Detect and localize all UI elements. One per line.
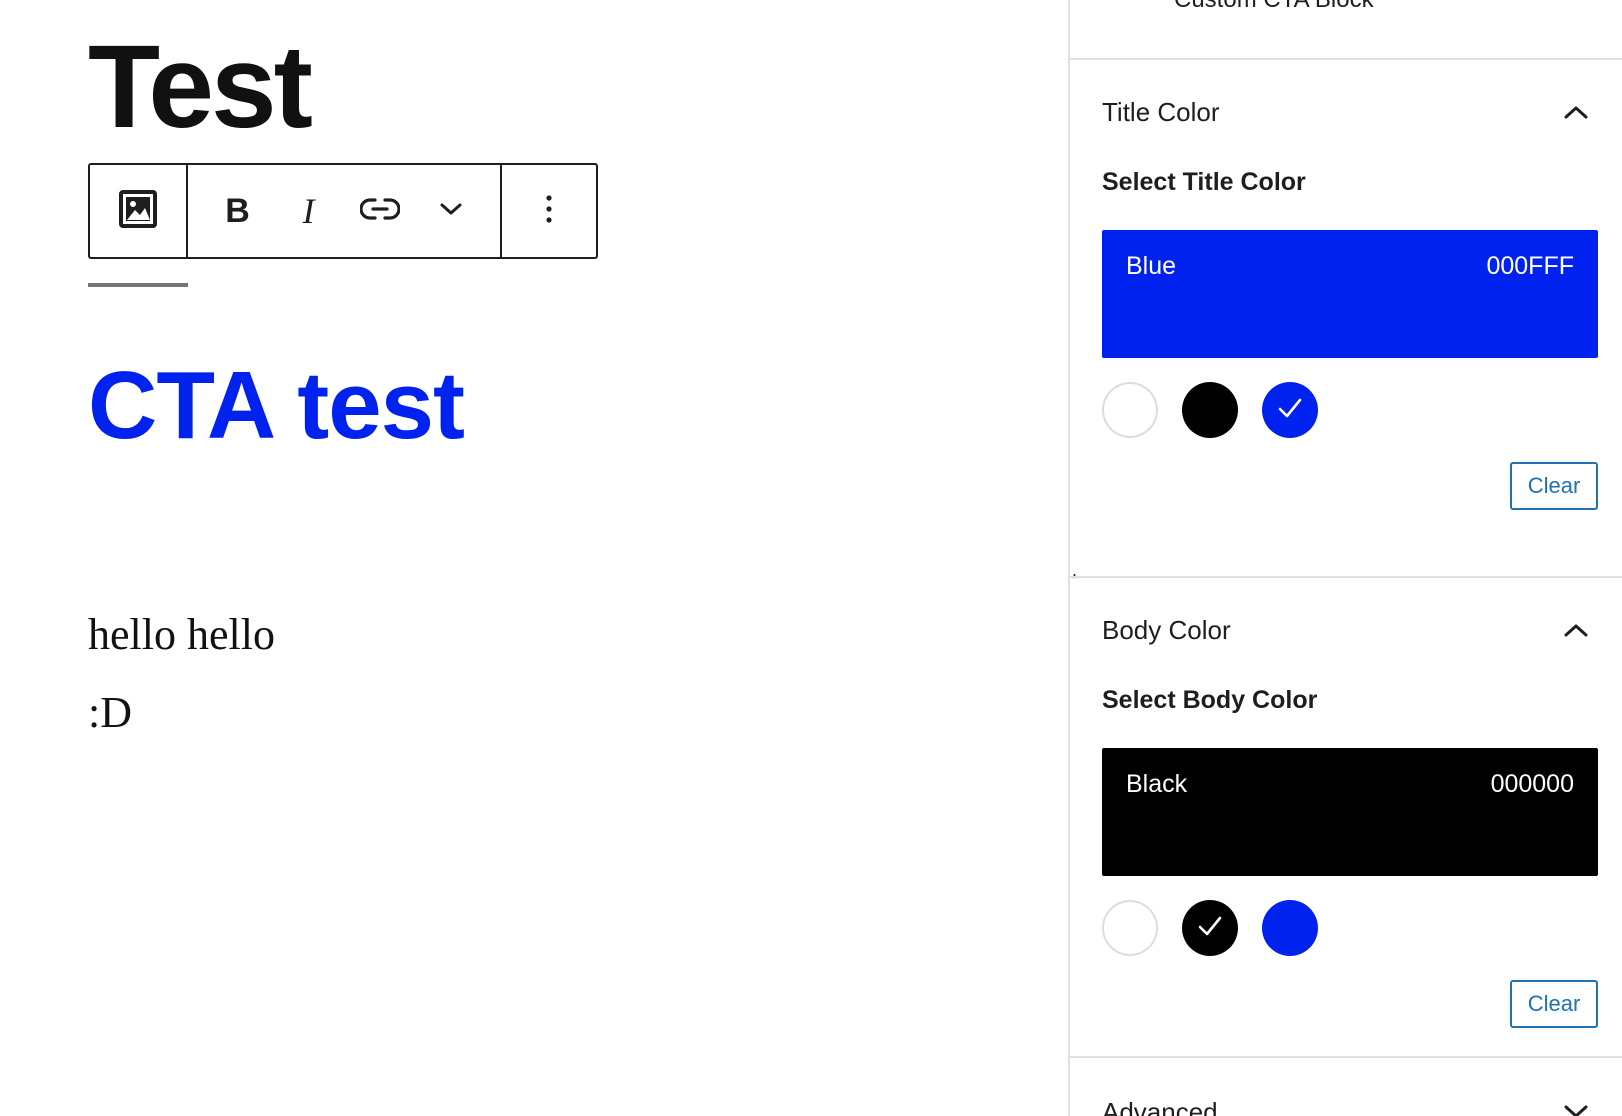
toolbar-options-group (500, 165, 596, 257)
panel-title-color: Title Color Select Title Color Blue 000F… (1070, 58, 1622, 576)
color-swatches (1102, 900, 1318, 956)
panel-title-color-toggle[interactable]: Title Color (1102, 92, 1590, 132)
settings-sidebar: Custom CTA Block Title Color Select Titl… (1068, 0, 1622, 1116)
swatch-blue[interactable] (1262, 900, 1318, 956)
block-separator (88, 283, 188, 287)
bold-button[interactable]: B (214, 187, 262, 235)
chevron-down-icon (1562, 1098, 1590, 1116)
editor-canvas: Test B I CTA test hello hello:D (0, 0, 1068, 1116)
link-icon (358, 196, 401, 227)
cta-title[interactable]: CTA test (88, 358, 465, 454)
chevron-down-icon (439, 202, 463, 221)
swatch-black[interactable] (1182, 900, 1238, 956)
more-formats-button[interactable] (427, 187, 475, 235)
italic-button[interactable]: I (285, 187, 333, 235)
toolbar-format-group: B I (186, 165, 500, 257)
block-toolbar: B I (88, 163, 598, 259)
panel-title: Title Color (1102, 96, 1220, 127)
post-title[interactable]: Test (88, 28, 313, 146)
panel-body-color-toggle[interactable]: Body Color (1102, 610, 1590, 650)
color-hex: 000000 (1490, 770, 1574, 798)
chevron-up-icon (1562, 98, 1590, 126)
panel-advanced: Advanced (1070, 1056, 1622, 1116)
cta-body[interactable]: hello hello :D (88, 596, 275, 752)
color-swatches (1102, 382, 1318, 438)
image-icon (119, 189, 157, 233)
color-name: Black (1126, 770, 1188, 798)
clear-button[interactable]: Clear (1510, 980, 1598, 1028)
panel-title: Advanced (1102, 1096, 1218, 1116)
swatch-black[interactable] (1182, 382, 1238, 438)
italic-icon: I (302, 191, 315, 231)
cta-body-line: hello hello (88, 610, 275, 659)
chevron-up-icon (1562, 616, 1590, 644)
bold-icon: B (225, 191, 250, 230)
swatch-blue[interactable] (1262, 382, 1318, 438)
color-name: Blue (1126, 252, 1177, 280)
link-button[interactable] (356, 187, 404, 235)
swatch-white[interactable] (1102, 382, 1158, 438)
panel-title: Body Color (1102, 614, 1231, 645)
toolbar-block-switcher-group (90, 165, 186, 257)
block-type-button[interactable] (114, 187, 162, 235)
more-vertical-icon (545, 194, 553, 229)
color-preview: Black 000000 (1102, 748, 1598, 876)
check-icon (1197, 915, 1223, 942)
cta-body-line: :D (88, 688, 132, 737)
clear-button[interactable]: Clear (1510, 462, 1598, 510)
field-label: Select Title Color (1102, 168, 1306, 196)
color-hex: 000FFF (1486, 252, 1574, 280)
field-label: Select Body Color (1102, 686, 1318, 714)
block-options-button[interactable] (525, 187, 573, 235)
block-card-name: Custom CTA Block (1174, 0, 1374, 14)
check-icon (1277, 397, 1303, 424)
color-preview: Blue 000FFF (1102, 230, 1598, 358)
swatch-white[interactable] (1102, 900, 1158, 956)
panel-advanced-toggle[interactable]: Advanced (1102, 1092, 1590, 1116)
panel-body-color: Body Color Select Body Color Black 00000… (1070, 576, 1622, 1056)
